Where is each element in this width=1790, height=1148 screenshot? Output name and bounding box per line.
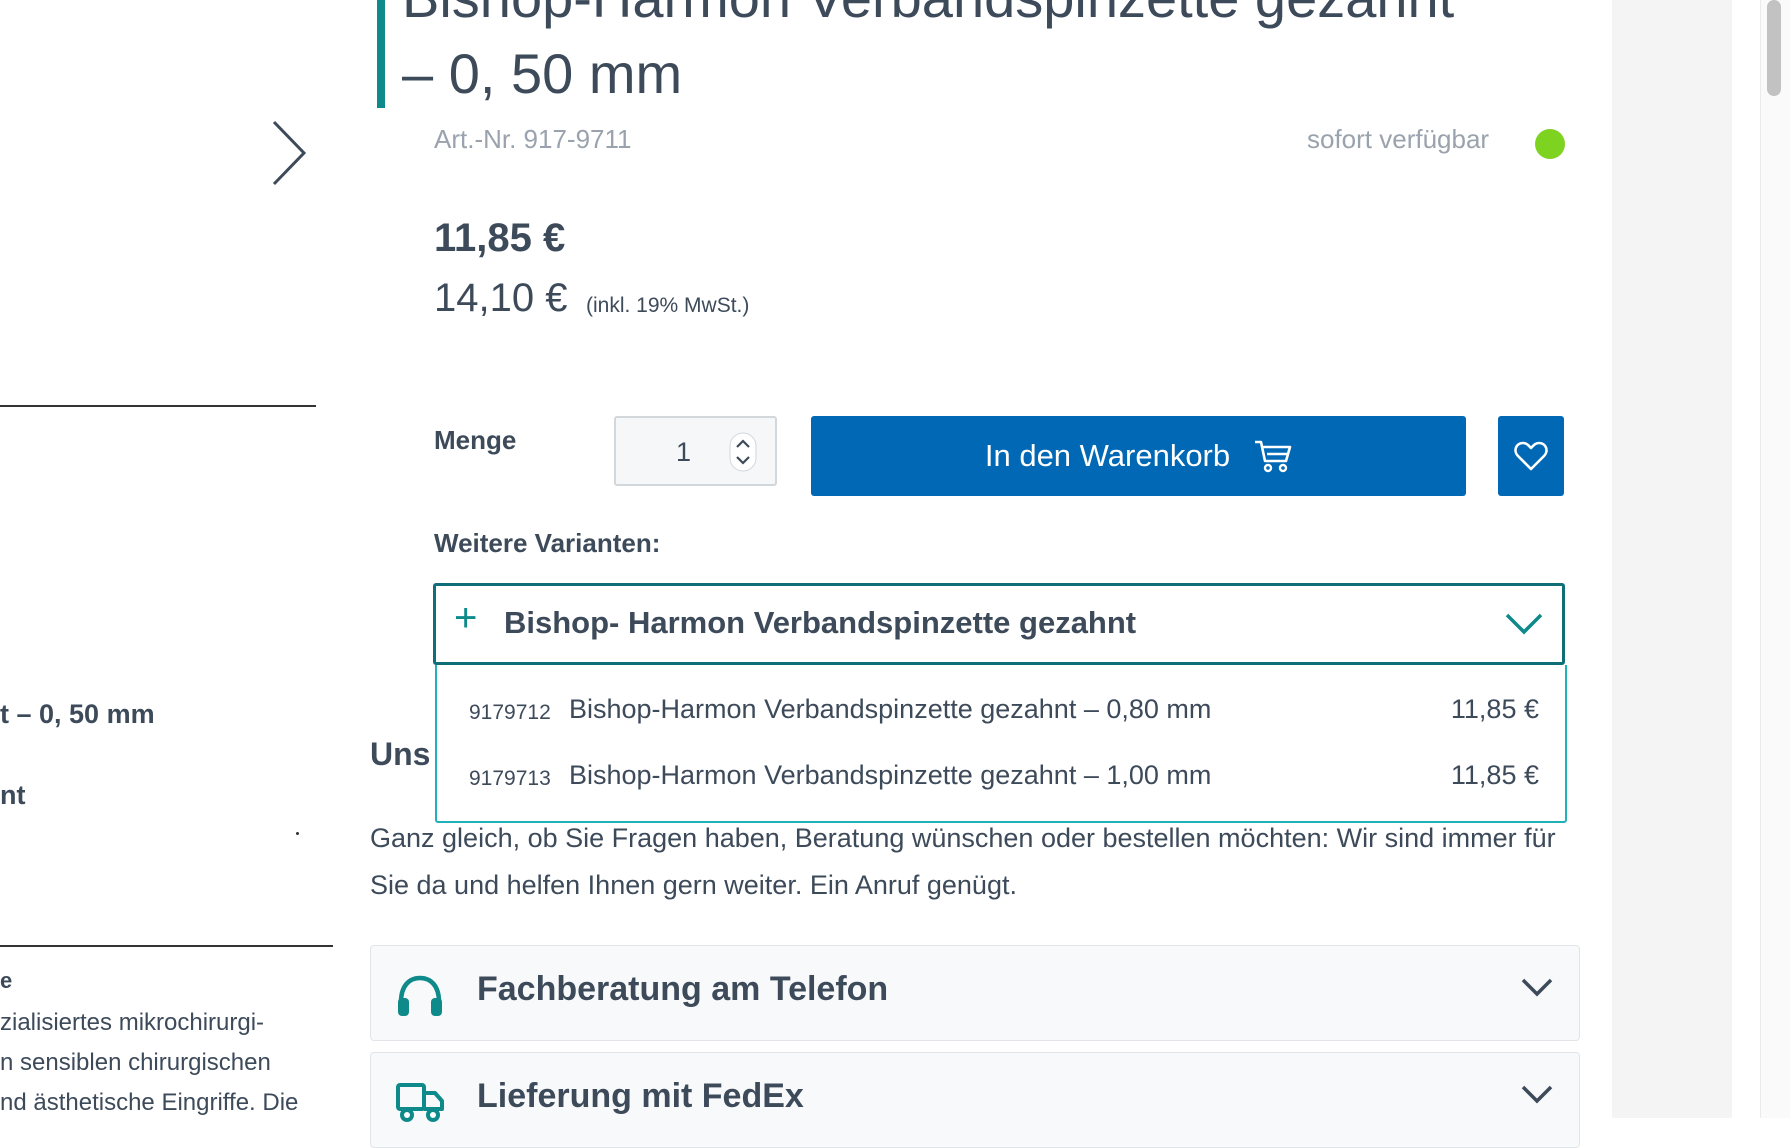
title-accent-bar xyxy=(377,0,385,108)
variants-selected-value: Bishop- Harmon Verbandspinzette gezahnt xyxy=(504,605,1137,640)
divider xyxy=(0,945,333,947)
left-desc-line: n sensiblen chirurgischen xyxy=(0,1049,271,1076)
heart-icon xyxy=(1514,441,1548,471)
scrollbar-track[interactable] xyxy=(1760,0,1790,1118)
left-heading-fragment: e xyxy=(0,968,13,993)
variant-number: 9179713 xyxy=(469,767,551,790)
variant-price: 11,85 € xyxy=(1450,760,1539,790)
price-gross: 14,10 € xyxy=(434,276,568,320)
accordion-label: Lieferung mit FedEx xyxy=(477,1077,804,1115)
truck-icon xyxy=(396,1083,444,1122)
left-desc-line: nd ästhetische Eingriffe. Die xyxy=(0,1089,299,1116)
accordion-label: Fachberatung am Telefon xyxy=(477,970,889,1008)
quantity-stepper[interactable]: 1 xyxy=(614,416,777,486)
service-text: Ganz gleich, ob Sie Fragen haben, Beratu… xyxy=(370,823,1556,900)
price-net: 11,85 € xyxy=(434,216,566,260)
accordion-delivery[interactable]: Lieferung mit FedEx xyxy=(370,1052,1580,1148)
left-product-title-fragment: t – 0, 50 mm xyxy=(0,699,155,729)
product-title: Bishop-Harmon Verbandspinzette gezahnt –… xyxy=(402,0,1454,112)
service-heading: Uns xyxy=(370,736,431,772)
scrollbar-thumb[interactable] xyxy=(1767,0,1781,96)
wishlist-button[interactable] xyxy=(1498,416,1564,496)
add-to-cart-label: In den Warenkorb xyxy=(984,438,1231,473)
variant-number: 9179712 xyxy=(469,701,551,724)
variant-name: Bishop-Harmon Verbandspinzette gezahnt –… xyxy=(569,760,1212,790)
left-subtitle-fragment: nt xyxy=(0,780,26,810)
cart-icon xyxy=(1255,440,1292,473)
spinner-arrows-icon[interactable] xyxy=(729,432,757,472)
variant-price: 11,85 € xyxy=(1450,694,1539,724)
headset-icon xyxy=(398,975,442,1016)
left-desc-line: zialisiertes mikrochirurgi- xyxy=(0,1009,265,1036)
accordion-phone-consulting[interactable]: Fachberatung am Telefon xyxy=(370,945,1580,1041)
variant-option[interactable]: 9179712 Bishop-Harmon Verbandspinzette g… xyxy=(469,689,1539,729)
divider xyxy=(0,405,316,407)
product-title-line: – 0, 50 mm xyxy=(402,42,683,105)
left-description: zialisiertes mikrochirurgi- n sensiblen … xyxy=(0,1003,298,1123)
quantity-label: Menge xyxy=(434,425,517,455)
quantity-value[interactable]: 1 xyxy=(676,437,691,468)
variants-dropdown-list: 9179712 Bishop-Harmon Verbandspinzette g… xyxy=(435,665,1567,823)
variants-select[interactable]: + Bishop- Harmon Verbandspinzette gezahn… xyxy=(433,583,1565,665)
variants-label: Weitere Varianten: xyxy=(434,528,661,558)
next-image-chevron-icon[interactable] xyxy=(270,118,310,188)
plus-icon: + xyxy=(454,596,478,640)
chevron-down-icon[interactable] xyxy=(1521,1083,1553,1105)
article-number: Art.-Nr. 917-9711 xyxy=(434,124,632,154)
price-tax-note: (inkl. 19% MwSt.) xyxy=(586,294,750,317)
product-title-line: Bishop-Harmon Verbandspinzette gezahnt xyxy=(402,0,1454,36)
variant-option[interactable]: 9179713 Bishop-Harmon Verbandspinzette g… xyxy=(469,755,1539,795)
availability-indicator-icon xyxy=(1535,129,1565,159)
add-to-cart-button[interactable]: In den Warenkorb xyxy=(811,416,1466,496)
left-dot xyxy=(296,832,299,835)
chevron-down-icon[interactable] xyxy=(1504,610,1544,638)
variant-name: Bishop-Harmon Verbandspinzette gezahnt –… xyxy=(569,694,1212,724)
chevron-down-icon[interactable] xyxy=(1521,976,1553,998)
availability-text: sofort verfügbar xyxy=(1307,124,1490,154)
page-gutter xyxy=(1612,0,1732,1118)
